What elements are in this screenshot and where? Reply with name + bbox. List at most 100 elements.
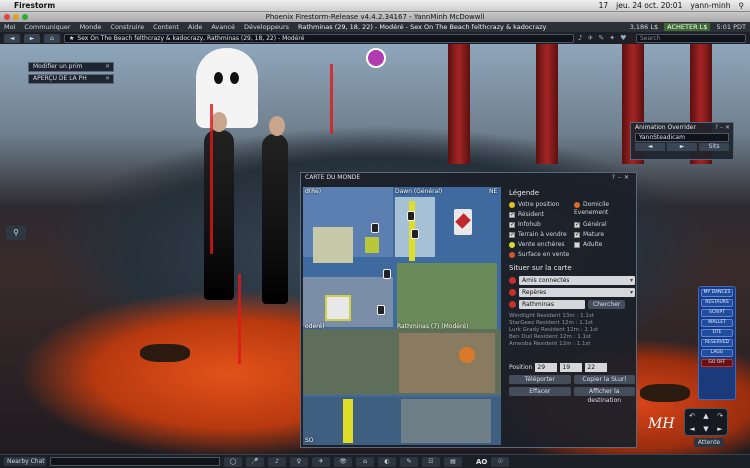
menu-construire[interactable]: Construire [110, 23, 144, 31]
teleport-destination-pin[interactable] [454, 209, 472, 235]
mac-app-name[interactable]: Firestorm [14, 1, 55, 10]
close-window-button[interactable] [4, 14, 10, 20]
hud-button[interactable]: RESERVED [701, 339, 733, 347]
hud-button[interactable]: MY DANCES [701, 289, 733, 297]
search-region-button[interactable]: Chercher [588, 300, 626, 309]
general-checkbox[interactable] [574, 221, 580, 228]
residents-checkbox[interactable] [509, 211, 515, 218]
menu-location[interactable]: Rathminas (29, 18, 22) - Modéré - Sex On… [298, 23, 546, 31]
map-icon[interactable]: ▤ [444, 456, 462, 467]
list-item[interactable]: Ameoba Resident 12m : 1.1st [509, 341, 631, 348]
hud-button[interactable]: LAGG [701, 349, 733, 357]
list-item[interactable]: Ben Duil Resident 12m : 1.1st [509, 334, 631, 341]
map-window-controls[interactable]: ?–✕ [612, 174, 632, 181]
ao-next-button[interactable]: ► [667, 143, 697, 151]
damage-icon[interactable]: ♥ [620, 34, 626, 42]
teleport-button[interactable]: Téléporter [509, 375, 571, 384]
ao-set-select[interactable]: YannSteadicam [635, 133, 729, 142]
build-icon[interactable]: ✎ [598, 34, 604, 42]
clear-button[interactable]: Effacer [509, 387, 571, 396]
resident-marker[interactable] [383, 269, 391, 279]
script-icon[interactable]: ✦ [609, 34, 615, 42]
menu-content[interactable]: Content [153, 23, 179, 31]
ao-sit-button[interactable]: Sits [699, 143, 729, 151]
search-results-list[interactable]: Windlight Resident 13m : 1.1st StarGeez … [509, 313, 631, 357]
menu-communiquer[interactable]: Communiquer [24, 23, 70, 31]
resident-marker[interactable] [411, 229, 419, 239]
legend-land-sale[interactable]: Terrain à vendre [509, 231, 570, 238]
adult-checkbox[interactable] [574, 241, 580, 248]
hud-button[interactable]: SCRIPT [701, 309, 733, 317]
move-icon[interactable]: ✈ [312, 456, 330, 467]
resident-marker[interactable] [407, 211, 415, 221]
ao-window-controls[interactable]: ? – ✕ [715, 123, 733, 132]
avatar-female[interactable] [262, 116, 288, 304]
nearby-chat-button[interactable]: Nearby Chat [4, 457, 46, 466]
menu-monde[interactable]: Monde [80, 23, 102, 31]
preview-panel[interactable]: APERÇU DE LA PH ✕ [28, 74, 114, 84]
menu-aide[interactable]: Aide [188, 23, 202, 31]
away-button[interactable]: Attente [694, 438, 724, 447]
notification-badge[interactable]: 17 [599, 1, 609, 10]
menu-developpeurs[interactable]: Développeurs [244, 23, 289, 31]
build-icon[interactable]: ✎ [400, 456, 418, 467]
ao-toggle-label[interactable]: AO [476, 458, 487, 466]
land-sale-checkbox[interactable] [509, 231, 515, 238]
gestures-icon[interactable]: ♀ [290, 456, 308, 467]
minimize-window-button[interactable] [13, 14, 19, 20]
resident-marker[interactable] [377, 305, 385, 315]
landmarks-select[interactable]: Repères ▾ [519, 288, 635, 297]
pos-z-field[interactable]: 22 [585, 363, 608, 372]
map-canvas[interactable]: d(Ré) Dawn (Général) NE odéré) Rathminas… [303, 187, 501, 445]
datetime[interactable]: jeu. 24 oct. 20:01 [616, 1, 682, 10]
friends-online-select[interactable]: Amis connectés ▾ [519, 276, 635, 285]
close-icon[interactable]: ✕ [102, 63, 113, 71]
legend-general[interactable]: Général [574, 221, 635, 228]
zoom-window-button[interactable] [22, 14, 28, 20]
hud-button[interactable]: WALLET [701, 319, 733, 327]
edit-prim-panel[interactable]: Modifier un prim ✕ [28, 62, 114, 72]
backward-icon[interactable]: ▼ [699, 425, 713, 433]
region-search-input[interactable]: Rathminas [519, 300, 585, 309]
voice-icon[interactable]: ♪ [578, 34, 582, 42]
avatar-male[interactable] [204, 112, 234, 300]
voice-icon[interactable]: ♪ [268, 456, 286, 467]
inventory-icon[interactable]: ☷ [422, 456, 440, 467]
forward-icon[interactable]: ▲ [699, 412, 713, 420]
back-button[interactable]: ◄ [4, 33, 20, 43]
show-destination-button[interactable]: Afficher la destination [573, 387, 635, 404]
buy-currency-button[interactable]: ACHETER L$ [664, 23, 711, 31]
infohub-checkbox[interactable] [509, 221, 515, 228]
location-input[interactable]: ★ Sex On The Beach felthcrazy & kadocraz… [64, 33, 574, 43]
forward-button[interactable]: ► [24, 33, 40, 43]
spotlight-icon[interactable]: ⚲ [739, 1, 745, 10]
menu-avance[interactable]: Avancé [211, 23, 235, 31]
location-pin-button[interactable]: ⚲ [6, 226, 26, 240]
close-icon[interactable]: ✕ [102, 75, 113, 83]
right-icon[interactable]: ► [713, 425, 727, 433]
legend-infohub[interactable]: Infohub [509, 221, 570, 228]
home-button[interactable]: ⌂ [44, 33, 60, 43]
mac-user[interactable]: yann-minh [690, 1, 730, 10]
snapshot-icon[interactable]: ☉ [491, 456, 510, 467]
hud-button[interactable]: DTE [701, 329, 733, 337]
view-icon[interactable]: 👁 [334, 456, 352, 467]
left-icon[interactable]: ◄ [685, 425, 699, 433]
list-item[interactable]: Windlight Resident 13m : 1.1st [509, 313, 631, 320]
list-item[interactable]: StarGeez Resident 12m : 1.1st [509, 320, 631, 327]
conversations-icon[interactable]: ◯ [224, 456, 242, 467]
radar-orb-icon[interactable] [366, 48, 386, 68]
turn-left-icon[interactable]: ↶ [685, 412, 699, 420]
turn-right-icon[interactable]: ↷ [713, 412, 727, 420]
fly-icon[interactable]: ✈ [587, 34, 593, 42]
menu-moi[interactable]: Moi [4, 23, 15, 31]
legend-mature[interactable]: Mature [574, 231, 635, 238]
copy-slurl-button[interactable]: Copier la SLurl [573, 375, 635, 384]
pos-y-field[interactable]: 19 [560, 363, 583, 372]
legend-residents[interactable]: Résident [509, 211, 570, 218]
hud-button[interactable]: GO OFF [701, 359, 733, 367]
hud-button[interactable]: RESTAURS [701, 299, 733, 307]
appearance-icon[interactable]: ◐ [378, 456, 396, 467]
ao-prev-button[interactable]: ◄ [635, 143, 665, 151]
search-input[interactable]: Search [636, 33, 746, 43]
